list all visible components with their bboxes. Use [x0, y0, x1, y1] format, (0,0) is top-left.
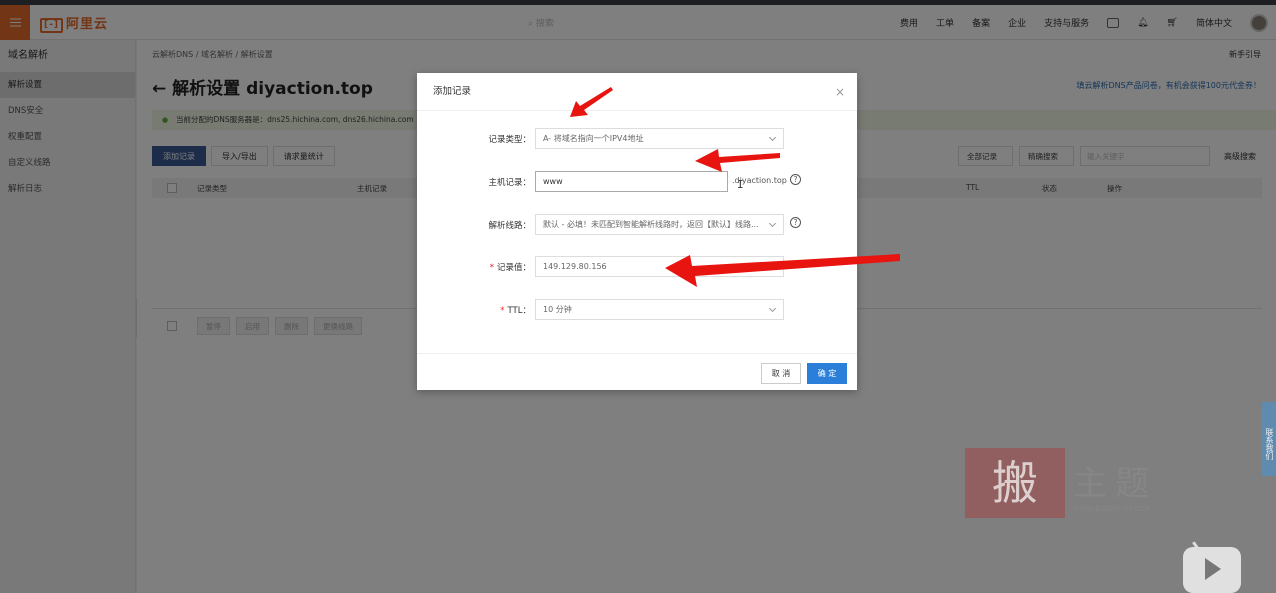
add-record-dialog: 添加记录 × 记录类型： A- 将域名指向一个IPV4地址 主机记录： www I…: [417, 73, 857, 390]
record-value-input[interactable]: 149.129.80.156: [535, 256, 784, 277]
line-row: 解析线路： 默认 - 必填！未匹配到智能解析线路时，返回【默认】线路... ?: [417, 214, 857, 236]
record-value-value: 149.129.80.156: [543, 262, 607, 271]
record-value-label: * 记录值：: [490, 261, 531, 273]
dialog-title: 添加记录: [417, 73, 857, 111]
record-type-label: 记录类型：: [488, 135, 531, 145]
confirm-button[interactable]: 确 定: [807, 363, 847, 384]
cancel-button[interactable]: 取 消: [761, 363, 801, 384]
watermark-seal: 搬: [965, 448, 1065, 518]
watermark-logo: 搬 主题 WWW.BANZHUTI.COM: [965, 448, 1185, 518]
video-play-icon[interactable]: [1183, 547, 1241, 593]
chevron-down-icon: [768, 304, 777, 313]
required-marker: *: [489, 263, 494, 273]
ttl-value: 10 分钟: [543, 305, 572, 314]
record-value-row: * 记录值： 149.129.80.156: [417, 256, 857, 278]
record-value-label-text: 记录值：: [496, 263, 531, 273]
help-icon[interactable]: ?: [790, 217, 801, 228]
contact-us-tab[interactable]: 联系我们: [1262, 402, 1276, 476]
record-type-row: 记录类型： A- 将域名指向一个IPV4地址: [417, 128, 857, 150]
host-input[interactable]: www I: [535, 171, 744, 192]
help-icon[interactable]: ?: [790, 174, 801, 185]
chevron-down-icon: [768, 219, 777, 228]
line-value: 默认 - 必填！未匹配到智能解析线路时，返回【默认】线路...: [543, 220, 759, 229]
line-select[interactable]: 默认 - 必填！未匹配到智能解析线路时，返回【默认】线路...: [535, 214, 784, 235]
close-icon[interactable]: ×: [835, 73, 845, 111]
dialog-footer: 取 消 确 定: [417, 353, 857, 390]
record-type-value: A- 将域名指向一个IPV4地址: [543, 134, 644, 143]
host-label: 主机记录：: [488, 178, 531, 188]
host-row: 主机记录： www I .diyaction.top ?: [417, 171, 857, 193]
ttl-row: * TTL： 10 分钟: [417, 299, 857, 321]
ttl-select[interactable]: 10 分钟: [535, 299, 784, 320]
host-value: www: [543, 177, 563, 186]
ttl-label: * TTL：: [500, 304, 531, 316]
ttl-label-text: TTL：: [507, 306, 531, 316]
chevron-down-icon: [768, 133, 777, 142]
line-label: 解析线路：: [488, 221, 531, 231]
record-type-select[interactable]: A- 将域名指向一个IPV4地址: [535, 128, 784, 149]
required-marker: *: [500, 306, 505, 316]
watermark-text: 主题: [1073, 464, 1157, 504]
watermark-url: WWW.BANZHUTI.COM: [1073, 505, 1151, 513]
domain-suffix: .diyaction.top: [732, 176, 787, 185]
